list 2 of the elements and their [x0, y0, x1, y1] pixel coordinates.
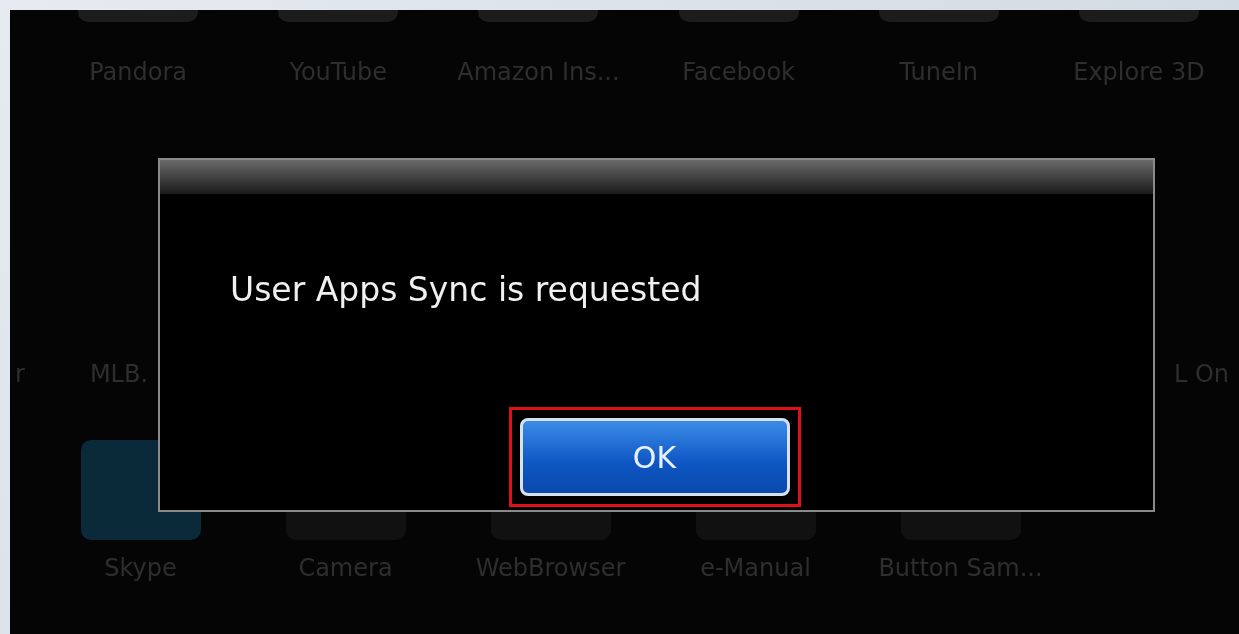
dialog-message: User Apps Sync is requested [230, 270, 703, 309]
ok-button[interactable]: OK [519, 418, 790, 496]
